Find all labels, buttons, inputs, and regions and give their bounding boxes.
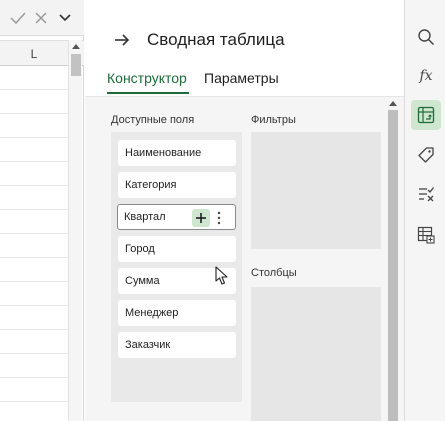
cell-grid[interactable] <box>0 66 68 421</box>
tab-parameters[interactable]: Параметры <box>204 70 279 86</box>
row-divider <box>0 329 68 330</box>
table-settings-icon <box>417 226 435 244</box>
tab-constructor[interactable]: Конструктор <box>107 70 187 86</box>
tag-icon <box>418 147 434 163</box>
row-divider <box>0 89 68 90</box>
search-icon <box>418 29 435 46</box>
mouse-cursor-icon <box>215 266 229 286</box>
chevron-down-icon[interactable] <box>55 8 75 28</box>
filters-drop-zone[interactable] <box>251 132 381 249</box>
formula-toolbar <box>0 0 84 36</box>
search-button[interactable] <box>411 22 441 52</box>
tag-button[interactable] <box>411 140 441 170</box>
more-options-button[interactable] <box>216 210 222 226</box>
field-item-hovered[interactable]: Квартал <box>117 204 236 230</box>
available-fields-list: Наименование Категория Квартал Город Сум… <box>111 132 242 402</box>
pivot-table-pane: Сводная таблица Конструктор Параметры До… <box>85 0 404 421</box>
field-item[interactable]: Город <box>118 236 236 262</box>
plus-icon <box>196 213 206 223</box>
scroll-up-arrow-icon[interactable] <box>72 44 80 49</box>
column-header-label: L <box>30 47 38 61</box>
arrow-right-icon[interactable] <box>112 30 132 50</box>
row-divider <box>0 353 68 354</box>
confirm-check-icon[interactable] <box>8 8 28 28</box>
pane-vertical-scrollbar[interactable] <box>385 97 401 421</box>
row-divider <box>0 233 68 234</box>
field-item[interactable]: Менеджер <box>118 300 236 326</box>
add-field-button[interactable] <box>192 209 210 227</box>
row-divider <box>0 185 68 186</box>
row-divider <box>0 305 68 306</box>
pane-body: Доступные поля Фильтры Столбцы Наименова… <box>85 96 404 421</box>
field-label: Менеджер <box>125 307 179 319</box>
field-label: Квартал <box>124 211 166 223</box>
function-button[interactable]: fx <box>411 61 441 91</box>
cancel-x-icon[interactable] <box>31 8 51 28</box>
function-icon: fx <box>419 68 433 84</box>
field-label: Категория <box>125 179 177 191</box>
row-divider <box>0 161 68 162</box>
row-divider <box>0 257 68 258</box>
pane-scroll-thumb[interactable] <box>388 110 398 421</box>
pane-header: Сводная таблица Конструктор Параметры <box>85 0 404 96</box>
pane-title: Сводная таблица <box>147 30 285 49</box>
side-icon-rail: fx <box>404 0 445 421</box>
sheet-scroll-thumb[interactable] <box>71 54 81 76</box>
field-label: Сумма <box>125 275 160 287</box>
row-divider <box>0 401 68 402</box>
row-divider <box>0 377 68 378</box>
columns-label: Столбцы <box>251 267 297 279</box>
sheet-vertical-scrollbar[interactable] <box>68 40 82 421</box>
row-divider <box>0 281 68 282</box>
active-tab-indicator <box>107 92 189 94</box>
field-label: Город <box>125 243 155 255</box>
checklist-button[interactable] <box>411 180 441 210</box>
row-divider <box>0 209 68 210</box>
row-divider <box>0 137 68 138</box>
row-divider <box>0 113 68 114</box>
more-vertical-icon <box>217 211 221 225</box>
available-fields-label: Доступные поля <box>111 114 195 126</box>
scroll-up-arrow-icon[interactable] <box>389 101 397 106</box>
field-item[interactable]: Категория <box>118 172 236 198</box>
field-label: Наименование <box>125 147 202 159</box>
spreadsheet-area: L <box>0 0 84 421</box>
checklist-icon <box>419 187 435 202</box>
columns-drop-zone[interactable] <box>251 287 381 421</box>
field-item[interactable]: Наименование <box>118 140 236 166</box>
filters-label: Фильтры <box>251 114 296 126</box>
field-label: Заказчик <box>125 339 171 351</box>
table-settings-button[interactable] <box>411 220 441 250</box>
field-item[interactable]: Заказчик <box>118 332 236 358</box>
pivot-table-button[interactable] <box>411 100 441 130</box>
pivot-table-icon <box>417 106 435 124</box>
